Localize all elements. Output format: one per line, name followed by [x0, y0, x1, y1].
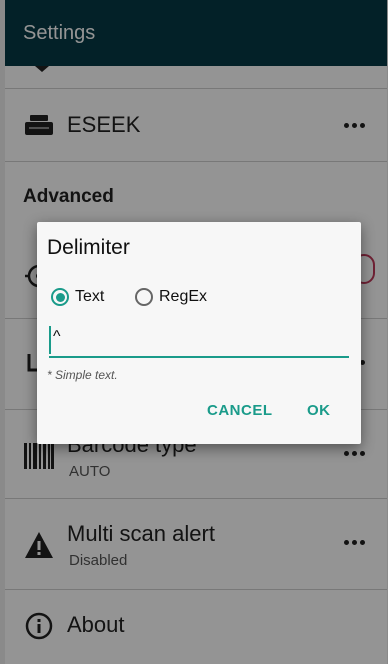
- radio-label: Text: [75, 288, 105, 305]
- ok-button[interactable]: OK: [307, 402, 331, 419]
- input-value: ^: [53, 328, 61, 345]
- settings-screen: Settings ESEEK Advanced Barcode type AUT…: [5, 0, 387, 664]
- input-hint: * Simple text.: [47, 368, 118, 382]
- radio-unselected-icon: [135, 288, 153, 306]
- text-cursor: [49, 326, 51, 354]
- cancel-button[interactable]: CANCEL: [207, 402, 273, 419]
- delimiter-input[interactable]: ^: [49, 324, 349, 358]
- delimiter-dialog: Delimiter Text RegEx ^ * Simple text. CA…: [37, 222, 361, 444]
- radio-label: RegEx: [159, 288, 208, 305]
- radio-regex[interactable]: RegEx: [135, 288, 207, 306]
- radio-selected-icon: [51, 288, 69, 306]
- dialog-title: Delimiter: [47, 236, 130, 259]
- radio-text[interactable]: Text: [51, 288, 104, 306]
